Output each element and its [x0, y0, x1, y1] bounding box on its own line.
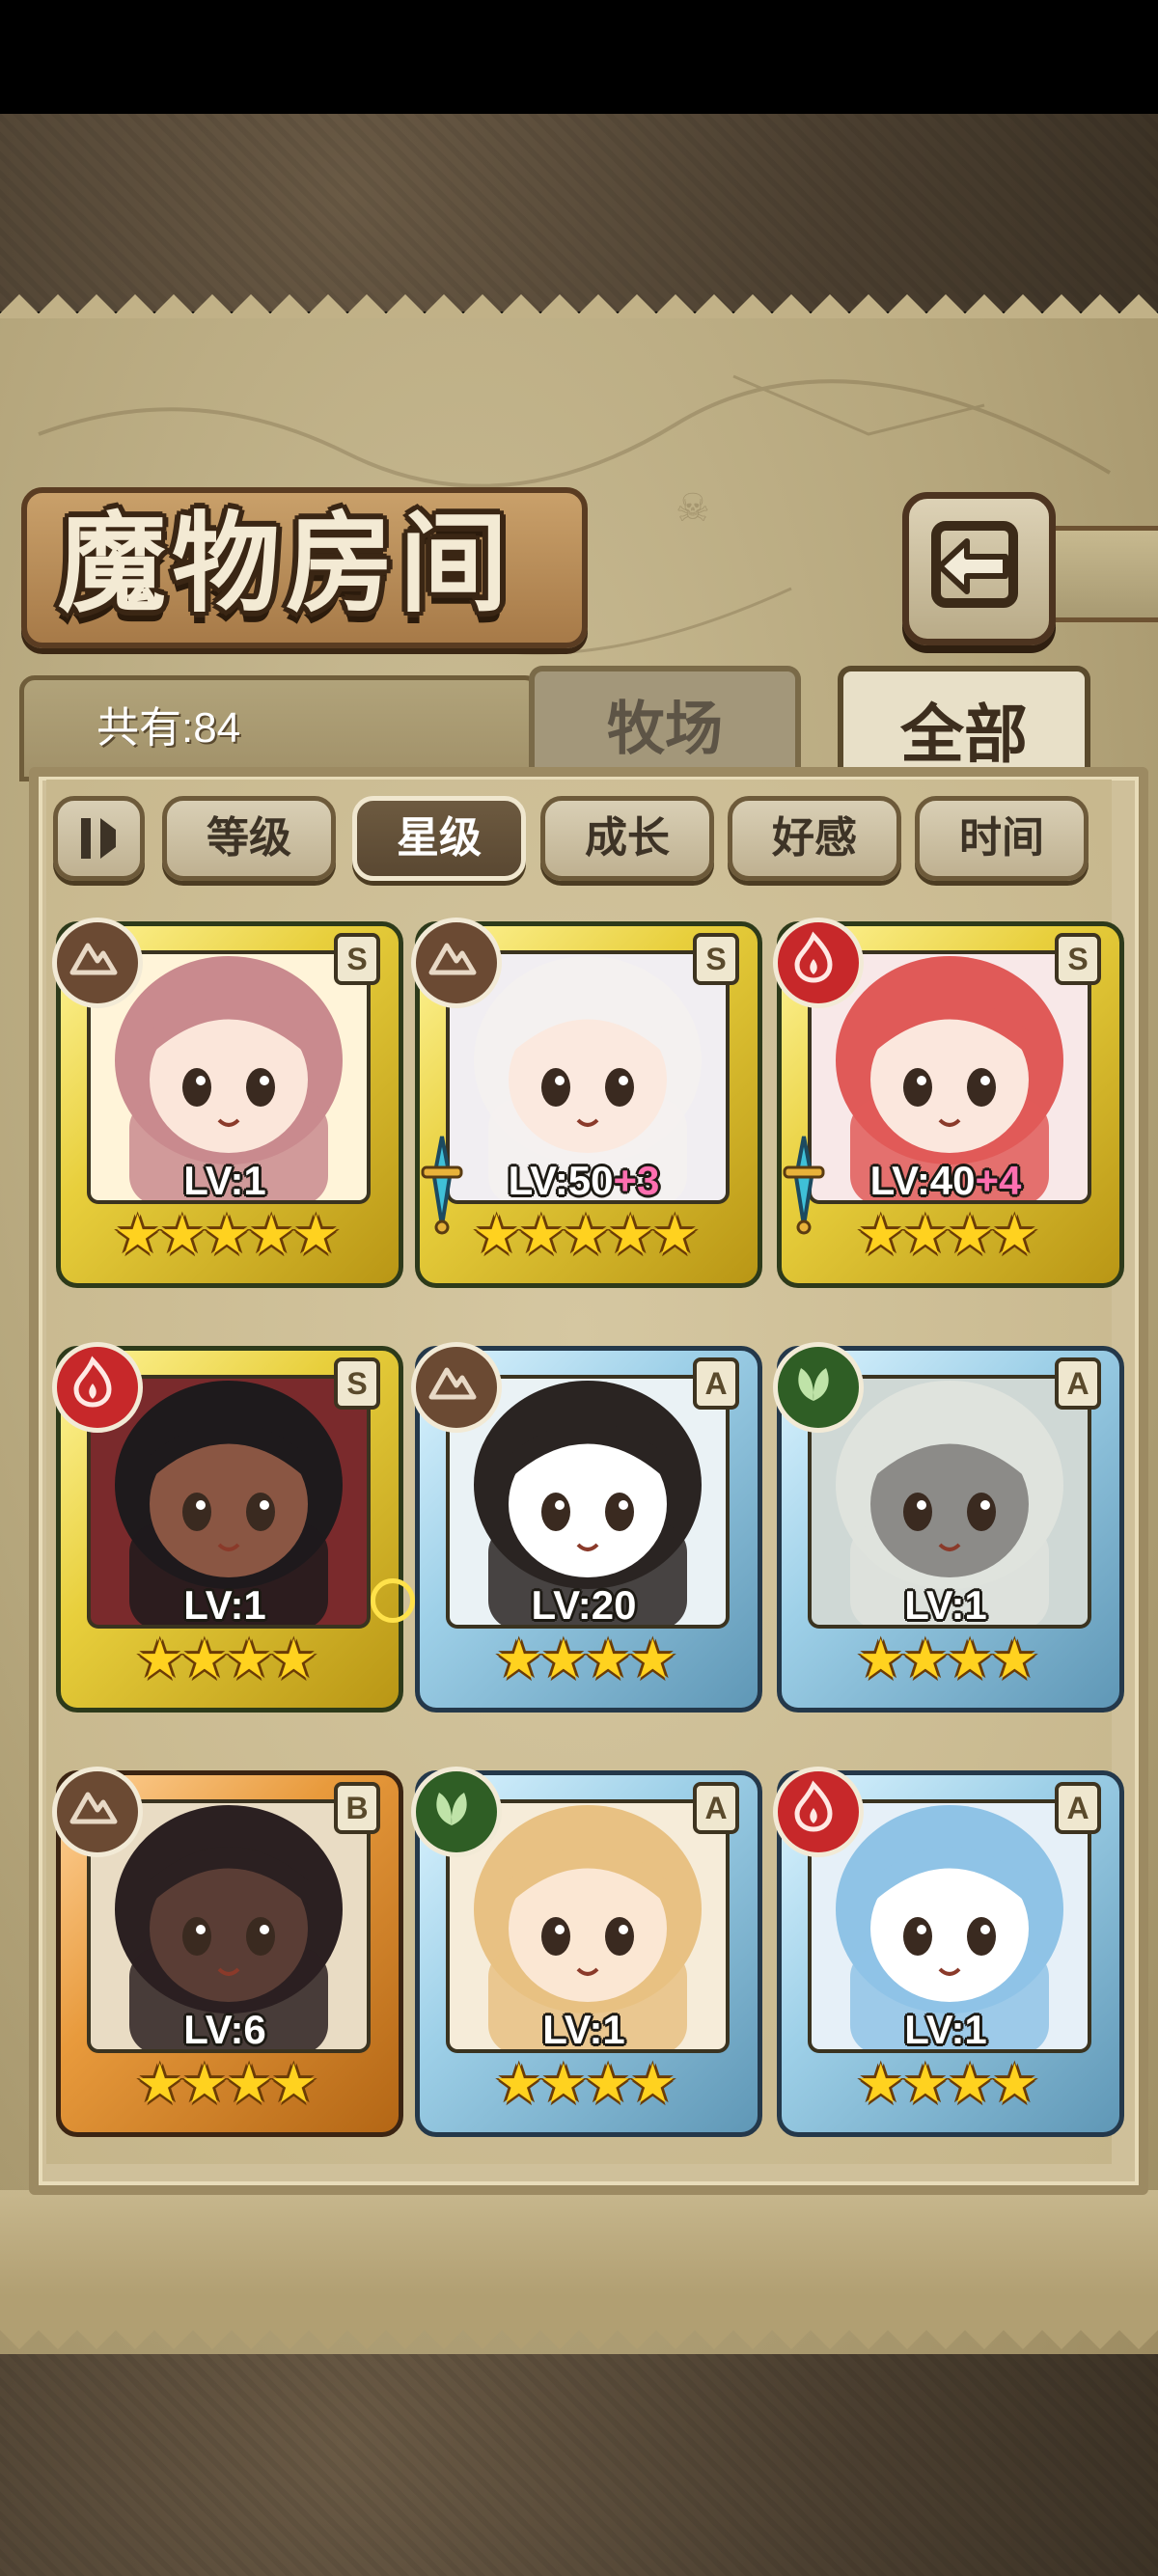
- sort-affection-button[interactable]: 好感: [728, 796, 901, 881]
- monster-card[interactable]: B LV:6 ★★★★: [52, 1767, 403, 2137]
- monster-card[interactable]: A LV:1 ★★★★: [411, 1767, 762, 2137]
- level-value: LV:6: [183, 2007, 266, 2052]
- level-label: LV:20: [415, 1582, 753, 1629]
- monster-count: 共有:84: [96, 704, 241, 752]
- fire-element-icon: [773, 918, 864, 1008]
- selection-ring-icon: [371, 1578, 415, 1623]
- monster-card[interactable]: S LV:1 ★★★★: [52, 1342, 403, 1713]
- monster-card[interactable]: A LV:1 ★★★★: [773, 1767, 1124, 2137]
- earth-element-icon: [411, 1342, 502, 1433]
- level-value: LV:1: [183, 1582, 266, 1628]
- earth-element-icon: [411, 918, 502, 1008]
- fire-element-icon: [52, 1342, 143, 1433]
- sort-star-button[interactable]: 星级: [352, 796, 526, 881]
- level-value: LV:1: [904, 2007, 987, 2052]
- star-rating: ★★★★★: [113, 1204, 340, 1267]
- bottom-paper-band: [0, 2190, 1158, 2296]
- star-rating: ★★★★: [494, 2053, 677, 2116]
- star-rating: ★★★★: [856, 1629, 1039, 1691]
- level-value: LV:40: [869, 1158, 976, 1203]
- earth-element-icon: [52, 1767, 143, 1857]
- rank-badge: A: [1055, 1357, 1101, 1410]
- star-rating: ★★★★: [135, 1629, 318, 1691]
- bottom-map-background: [0, 2354, 1158, 2576]
- page-title: 魔物房间: [58, 501, 513, 627]
- level-label: LV:50+3: [415, 1158, 753, 1204]
- rank-badge: A: [693, 1782, 739, 1834]
- sort-growth-button[interactable]: 成长: [540, 796, 714, 881]
- monster-card[interactable]: S LV:50+3 ★★★★★: [411, 918, 762, 1288]
- return-arrow-icon: [931, 521, 1018, 608]
- rank-badge: S: [693, 933, 739, 985]
- rank-badge: S: [1055, 933, 1101, 985]
- level-bonus: +3: [613, 1158, 660, 1203]
- leaf-element-icon: [411, 1767, 502, 1857]
- sort-time-button[interactable]: 时间: [915, 796, 1089, 881]
- level-value: LV:1: [183, 1158, 266, 1203]
- level-value: LV:1: [542, 2007, 625, 2052]
- monster-card[interactable]: A LV:1 ★★★★: [773, 1342, 1124, 1713]
- monster-card[interactable]: A LV:20 ★★★★: [411, 1342, 762, 1713]
- level-label: LV:40+4: [777, 1158, 1115, 1204]
- sort-level-button[interactable]: 等级: [162, 796, 336, 881]
- level-value: LV:1: [904, 1582, 987, 1628]
- svg-text:☠: ☠: [676, 486, 710, 531]
- level-label: LV:1: [415, 2007, 753, 2053]
- leaf-element-icon: [773, 1342, 864, 1433]
- level-label: LV:1: [777, 2007, 1115, 2053]
- jagged-edge-bottom: [0, 2296, 1158, 2349]
- level-bonus: +4: [975, 1158, 1022, 1203]
- rank-badge: B: [334, 1782, 380, 1834]
- sort-order-toggle[interactable]: [53, 796, 145, 881]
- sort-order-icon: [81, 818, 116, 859]
- level-label: LV:6: [56, 2007, 394, 2053]
- back-button-strip: [1042, 526, 1158, 622]
- star-rating: ★★★★★: [472, 1204, 699, 1267]
- level-label: LV:1: [56, 1158, 394, 1204]
- star-rating: ★★★★: [135, 2053, 318, 2116]
- back-button[interactable]: [902, 492, 1056, 645]
- rank-badge: S: [334, 933, 380, 985]
- monster-card[interactable]: S LV:1 ★★★★★: [52, 918, 403, 1288]
- fire-element-icon: [773, 1767, 864, 1857]
- level-label: LV:1: [56, 1582, 394, 1629]
- earth-element-icon: [52, 918, 143, 1008]
- rank-badge: A: [1055, 1782, 1101, 1834]
- top-map-background: [0, 114, 1158, 312]
- level-label: LV:1: [777, 1582, 1115, 1629]
- monster-card[interactable]: S LV:40+4 ★★★★: [773, 918, 1124, 1288]
- star-rating: ★★★★: [856, 1204, 1039, 1267]
- star-rating: ★★★★: [856, 2053, 1039, 2116]
- rank-badge: A: [693, 1357, 739, 1410]
- star-rating: ★★★★: [494, 1629, 677, 1691]
- level-value: LV:50: [508, 1158, 614, 1203]
- rank-badge: S: [334, 1357, 380, 1410]
- level-value: LV:20: [531, 1582, 637, 1628]
